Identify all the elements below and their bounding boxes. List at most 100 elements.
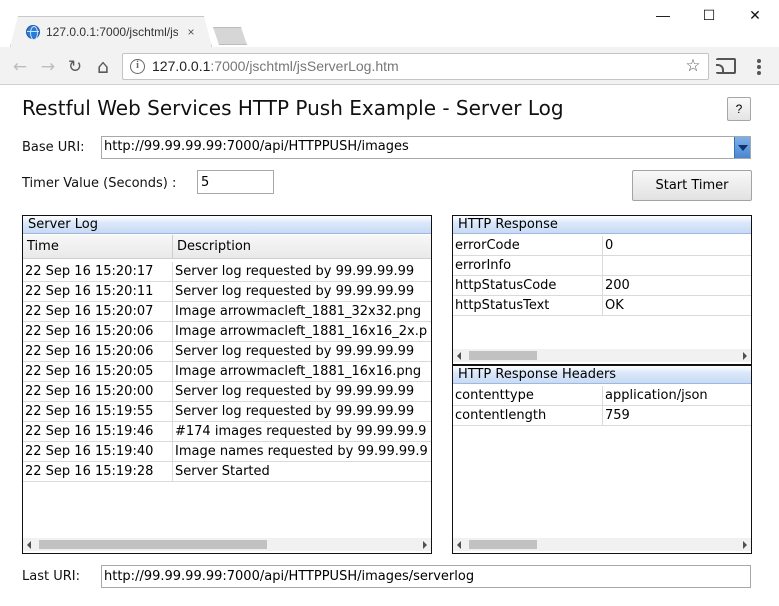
table-row[interactable]: contentlength 759 xyxy=(453,406,751,426)
globe-icon xyxy=(26,25,40,40)
table-row[interactable]: 22 Sep 16 15:19:28 Server Started xyxy=(23,462,431,482)
table-row[interactable]: errorCode 0 xyxy=(453,236,751,256)
scroll-left-icon[interactable] xyxy=(457,541,461,549)
table-cell-value: Server log requested by 99.99.99.99 xyxy=(175,264,415,279)
table-cell-value: Server log requested by 99.99.99.99 xyxy=(175,384,415,399)
tab-title: 127.0.0.1:7000/jschtml/js xyxy=(46,25,178,39)
http-response-headers-title: HTTP Response Headers xyxy=(453,366,751,384)
server-log-title: Server Log xyxy=(23,216,431,234)
http-response-headers-hscroll[interactable] xyxy=(453,538,751,551)
scroll-left-icon[interactable] xyxy=(457,352,461,360)
last-uri-field[interactable]: http://99.99.99.99:7000/api/HTTPPUSH/ima… xyxy=(101,565,751,588)
table-row[interactable]: 22 Sep 16 15:20:00 Server log requested b… xyxy=(23,382,431,402)
scroll-thumb[interactable] xyxy=(469,351,537,360)
table-cell-key: 22 Sep 16 15:20:06 xyxy=(23,342,173,362)
server-log-panel: Server Log Time Description 22 Sep 16 15… xyxy=(22,215,432,554)
new-tab-button[interactable] xyxy=(213,27,247,45)
table-row[interactable]: 22 Sep 16 15:20:06 Server log requested b… xyxy=(23,342,431,362)
table-cell-value: Image arrowmacleft_1881_16x16_2x.p xyxy=(175,324,428,339)
table-row[interactable]: contenttype application/json xyxy=(453,386,751,406)
table-cell-key: 22 Sep 16 15:20:07 xyxy=(23,302,173,322)
url-host: 127.0.0.1 xyxy=(152,58,211,74)
table-cell-key: httpStatusText xyxy=(453,296,603,316)
base-uri-label: Base URI: xyxy=(22,140,85,155)
http-response-hscroll[interactable] xyxy=(453,349,751,362)
http-response-panel: HTTP Response errorCode 0 errorInfo httpSta… xyxy=(452,215,752,365)
start-timer-button[interactable]: Start Timer xyxy=(632,170,752,201)
table-cell-value: Server log requested by 99.99.99.99 xyxy=(175,344,415,359)
help-button[interactable]: ? xyxy=(727,97,751,121)
table-cell-value: Server log requested by 99.99.99.99 xyxy=(175,404,415,419)
back-icon[interactable]: ← xyxy=(9,57,31,77)
table-row[interactable]: 22 Sep 16 15:19:55 Server log requested b… xyxy=(23,402,431,422)
scroll-left-icon[interactable] xyxy=(27,541,31,549)
home-icon[interactable]: ⌂ xyxy=(92,57,114,77)
table-cell-key: 22 Sep 16 15:19:55 xyxy=(23,402,173,422)
table-row[interactable]: 22 Sep 16 15:20:07 Image arrowmacleft_188… xyxy=(23,302,431,322)
table-cell-key: contentlength xyxy=(453,406,603,426)
cast-icon[interactable] xyxy=(716,58,736,74)
table-cell-key: 22 Sep 16 15:19:40 xyxy=(23,442,173,462)
timer-label: Timer Value (Seconds) : xyxy=(22,176,177,191)
maximize-button[interactable]: ☐ xyxy=(686,0,732,30)
table-cell-key: 22 Sep 16 15:19:46 xyxy=(23,422,173,442)
table-row[interactable]: httpStatusCode 200 xyxy=(453,276,751,296)
page-title: Restful Web Services HTTP Push Example -… xyxy=(22,96,564,120)
scroll-right-icon[interactable] xyxy=(743,541,747,549)
table-cell-value: Image arrowmacleft_1881_32x32.png xyxy=(175,304,422,319)
table-cell-value: Image names requested by 99.99.99.9 xyxy=(175,444,428,459)
table-row[interactable]: 22 Sep 16 15:20:05 Image arrowmacleft_188… xyxy=(23,362,431,382)
url-path: :7000/jschtml/jsServerLog.htm xyxy=(210,58,399,74)
scroll-thumb[interactable] xyxy=(469,540,537,549)
close-window-button[interactable]: ✕ xyxy=(732,0,778,30)
table-cell-key: 22 Sep 16 15:20:06 xyxy=(23,322,173,342)
minimize-button[interactable]: — xyxy=(640,0,686,30)
column-header-description[interactable]: Description xyxy=(173,235,431,259)
table-cell-value: Server log requested by 99.99.99.99 xyxy=(175,284,415,299)
table-cell-value: OK xyxy=(605,298,624,313)
column-header-time[interactable]: Time xyxy=(23,235,173,259)
reload-icon[interactable]: ↻ xyxy=(64,57,86,77)
table-cell-key: httpStatusCode xyxy=(453,276,603,296)
table-row[interactable]: 22 Sep 16 15:20:06 Image arrowmacleft_188… xyxy=(23,322,431,342)
http-response-title: HTTP Response xyxy=(453,216,751,234)
server-log-hscroll[interactable] xyxy=(23,538,431,551)
forward-icon[interactable]: → xyxy=(37,57,59,77)
kebab-menu-icon[interactable] xyxy=(753,58,765,76)
table-cell-key: 22 Sep 16 15:20:11 xyxy=(23,282,173,302)
table-row[interactable]: 22 Sep 16 15:19:46 #174 images requested … xyxy=(23,422,431,442)
server-log-header-row: Time Description xyxy=(23,235,431,259)
table-row[interactable]: errorInfo xyxy=(453,256,751,276)
table-cell-key: contenttype xyxy=(453,386,603,406)
scroll-thumb[interactable] xyxy=(39,540,267,549)
table-row[interactable]: httpStatusText OK xyxy=(453,296,751,316)
table-cell-value: 759 xyxy=(605,408,630,423)
bookmark-star-icon[interactable]: ☆ xyxy=(683,56,703,76)
table-cell-value: Server Started xyxy=(175,464,270,479)
table-row[interactable]: 22 Sep 16 15:19:40 Image names requested … xyxy=(23,442,431,462)
table-cell-value: application/json xyxy=(605,388,708,403)
table-cell-key: 22 Sep 16 15:19:28 xyxy=(23,462,173,482)
table-row[interactable]: 22 Sep 16 15:20:17 Server log requested b… xyxy=(23,262,431,282)
http-response-headers-panel: HTTP Response Headers contenttype applica… xyxy=(452,365,752,554)
scroll-right-icon[interactable] xyxy=(743,352,747,360)
table-cell-value xyxy=(603,256,751,276)
table-cell-key: errorInfo xyxy=(453,256,603,276)
table-cell-value: 0 xyxy=(605,238,614,253)
table-cell-key: 22 Sep 16 15:20:05 xyxy=(23,362,173,382)
scroll-right-icon[interactable] xyxy=(423,541,427,549)
table-cell-key: 22 Sep 16 15:20:17 xyxy=(23,262,173,282)
tab-close-icon[interactable]: × xyxy=(183,24,199,40)
table-cell-value: 200 xyxy=(605,278,630,293)
timer-input[interactable] xyxy=(197,170,274,194)
dropdown-arrow-icon[interactable] xyxy=(734,137,750,158)
table-row[interactable]: 22 Sep 16 15:20:11 Server log requested b… xyxy=(23,282,431,302)
info-icon[interactable]: i xyxy=(130,59,145,74)
table-cell-value: #174 images requested by 99.99.99.9 xyxy=(175,424,427,439)
table-cell-value: Image arrowmacleft_1881_16x16.png xyxy=(175,364,422,379)
last-uri-label: Last URI: xyxy=(22,569,80,584)
table-cell-key: 22 Sep 16 15:20:00 xyxy=(23,382,173,402)
base-uri-value: http://99.99.99.99:7000/api/HTTPPUSH/ima… xyxy=(104,139,409,154)
table-cell-key: errorCode xyxy=(453,236,603,256)
address-url: 127.0.0.1:7000/jschtml/jsServerLog.htm xyxy=(152,58,399,76)
